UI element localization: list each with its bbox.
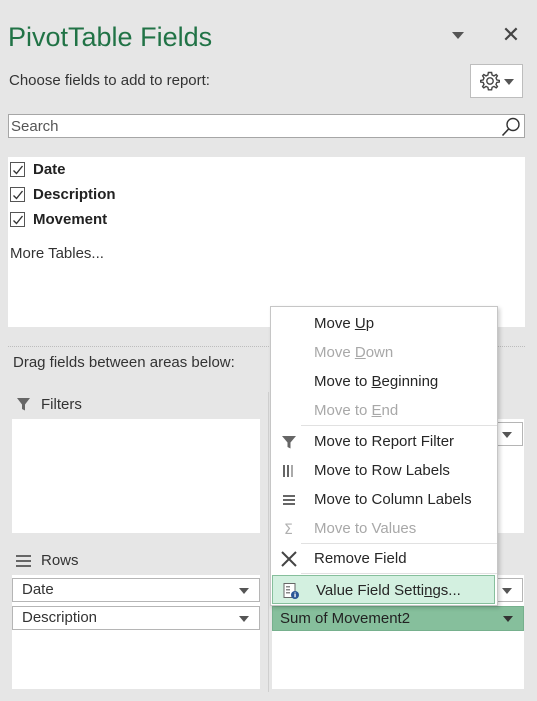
menu-item-move-up[interactable]: Move Up	[271, 309, 497, 338]
checkmark-icon	[13, 215, 24, 225]
menu-separator	[301, 573, 497, 574]
filter-icon	[282, 436, 296, 449]
panel-subtitle: Choose fields to add to report:	[9, 72, 210, 89]
drag-fields-label: Drag fields between areas below:	[13, 354, 235, 371]
menu-item-move-to-column-labels[interactable]: Move to Column Labels	[271, 485, 497, 514]
rows-item-date[interactable]: Date	[12, 578, 260, 602]
panel-options-dropdown-icon[interactable]	[452, 32, 464, 39]
chevron-down-icon	[239, 588, 249, 594]
rows-item-label: Date	[22, 581, 54, 598]
chevron-down-icon	[502, 588, 512, 594]
sigma-icon: Σ	[284, 522, 293, 538]
field-context-menu: Move Up Move Down Move to Beginning Move…	[270, 306, 498, 606]
chevron-down-icon	[504, 79, 514, 85]
rows-label: Rows	[41, 552, 79, 569]
more-tables-link[interactable]: More Tables...	[10, 245, 104, 262]
area-divider	[268, 392, 269, 692]
checkbox-checked[interactable]	[10, 186, 25, 202]
filters-label: Filters	[41, 396, 82, 413]
column-labels-icon	[283, 495, 295, 505]
search-input[interactable]	[9, 115, 489, 137]
field-label: Movement	[33, 210, 108, 228]
filters-drop-area[interactable]	[12, 419, 260, 533]
menu-item-move-to-end: Move to End	[314, 402, 399, 419]
checkbox-checked[interactable]	[10, 161, 25, 177]
rows-item-label: Description	[22, 609, 98, 626]
chevron-down-icon	[239, 616, 249, 622]
menu-item-move-to-report-filter[interactable]: Move to Report Filter	[271, 427, 497, 456]
menu-item-move-down: Move Down	[314, 344, 394, 361]
panel-title: PivotTable Fields	[8, 22, 213, 52]
filter-icon	[17, 398, 30, 411]
values-item-label: Sum of Movement2	[280, 610, 411, 627]
menu-item-move-to-beginning[interactable]: Move to Beginning	[271, 367, 497, 396]
search-box[interactable]	[8, 114, 525, 138]
menu-separator	[301, 425, 497, 426]
filters-area-header: Filters	[16, 396, 82, 413]
field-item-movement[interactable]: Movement	[10, 208, 107, 230]
field-label: Date	[33, 160, 66, 178]
remove-icon	[281, 551, 297, 567]
close-icon[interactable]: ✕	[500, 22, 522, 48]
menu-item-remove-field[interactable]: Remove Field	[271, 544, 497, 573]
svg-text:Σ: Σ	[284, 522, 293, 538]
rows-item-description[interactable]: Description	[12, 606, 260, 630]
menu-item-move-to-values: Σ Move to Values	[271, 514, 497, 543]
checkbox-checked[interactable]	[10, 211, 25, 227]
field-item-description[interactable]: Description	[10, 183, 116, 205]
rows-icon	[16, 554, 31, 567]
tools-button[interactable]	[470, 64, 523, 98]
chevron-down-icon	[503, 616, 513, 622]
field-item-date[interactable]: Date	[10, 158, 66, 180]
field-label: Description	[33, 185, 116, 203]
menu-item-move-to-row-labels[interactable]: Move to Row Labels	[271, 456, 497, 485]
menu-item-value-field-settings[interactable]: Value Field Settings...	[272, 575, 495, 604]
field-list: Date Description Movement More Tables...	[8, 157, 525, 327]
gear-icon	[480, 71, 500, 91]
values-item-sum-of-movement2[interactable]: Sum of Movement2	[272, 606, 524, 631]
row-labels-icon	[283, 465, 293, 477]
checkmark-icon	[13, 165, 24, 175]
search-icon[interactable]	[500, 116, 522, 138]
checkmark-icon	[13, 190, 24, 200]
chevron-down-icon	[502, 432, 512, 438]
rows-area-header: Rows	[16, 552, 79, 569]
field-settings-icon	[283, 583, 299, 599]
